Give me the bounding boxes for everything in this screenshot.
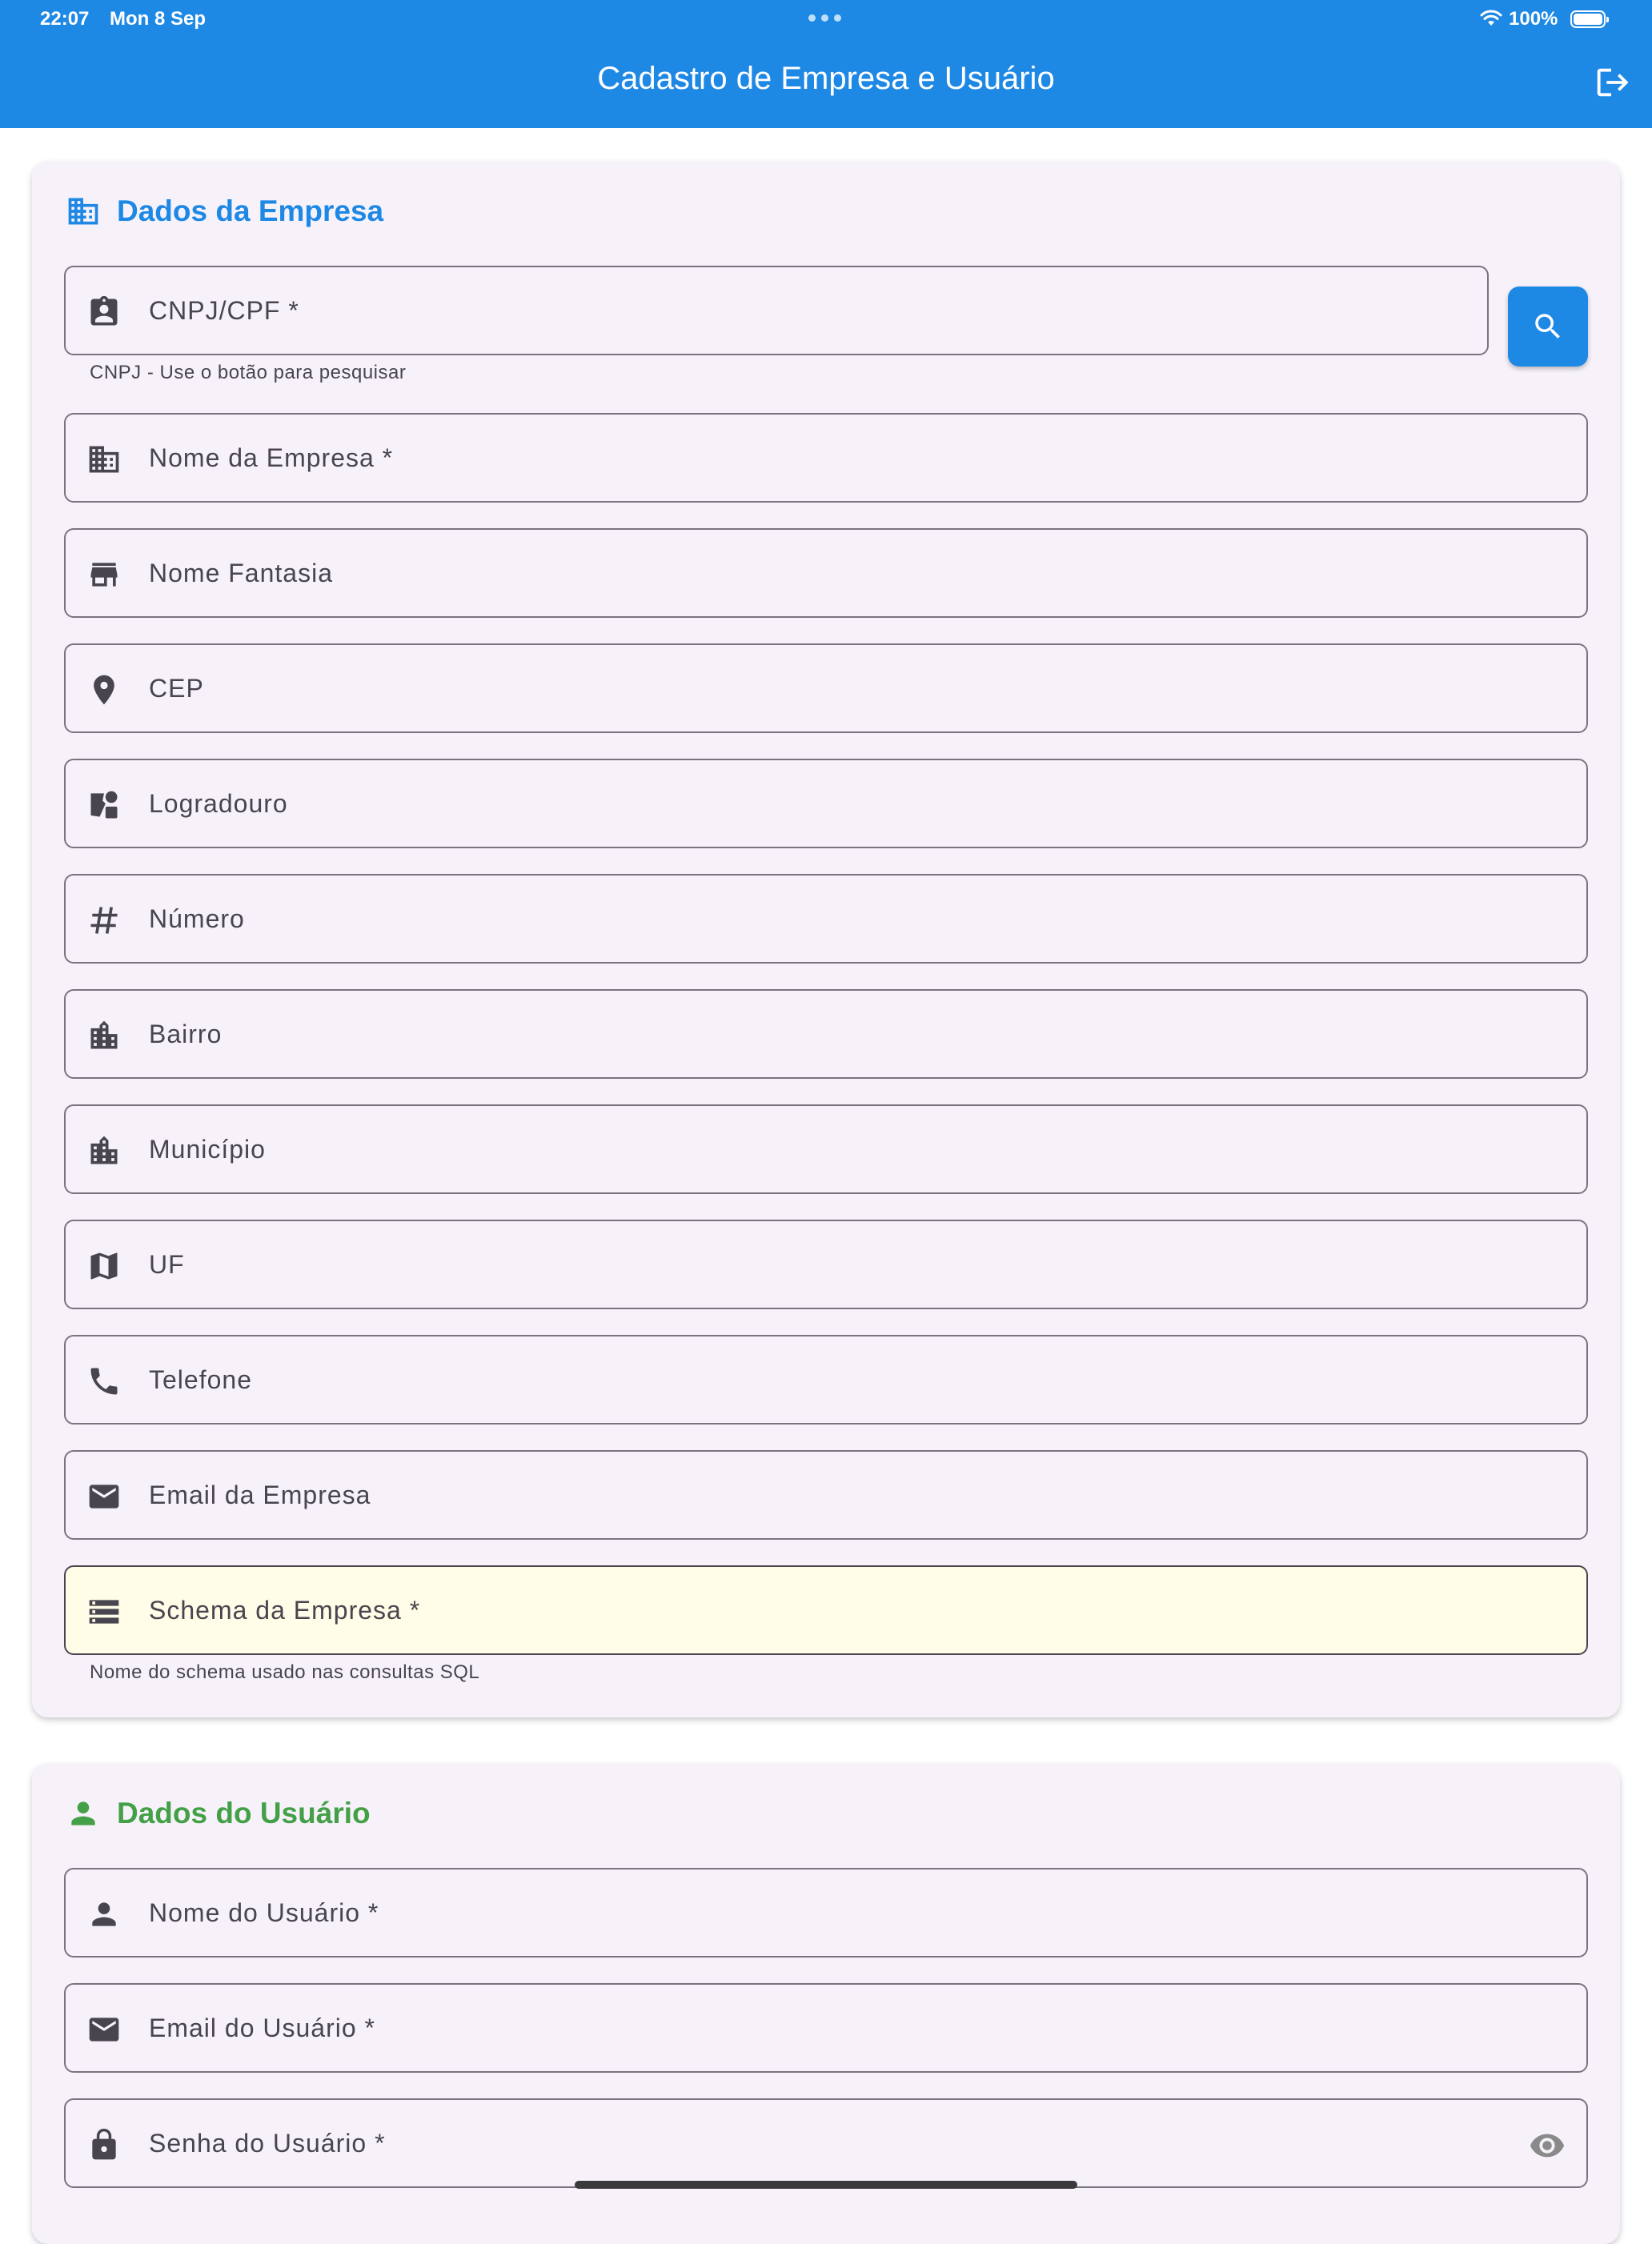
user-name-label: Nome do Usuário *: [149, 1898, 379, 1927]
phone-icon: [90, 1368, 118, 1395]
user-section-title: Dados do Usuário: [117, 1797, 371, 1829]
user-email-field[interactable]: Email do Usuário *: [64, 1983, 1588, 2073]
state-field[interactable]: UF: [64, 1220, 1588, 1309]
state-label: UF: [149, 1250, 185, 1279]
status-date: Mon 8 Sep: [110, 8, 206, 30]
lock-icon: [92, 2128, 116, 2160]
status-time: 22:07: [40, 8, 90, 30]
store-icon: [90, 563, 118, 587]
company-card: Dados da Empresa CNPJ/CPF * CNPJ - Use o…: [32, 162, 1620, 1717]
search-icon: [1535, 314, 1560, 339]
hashtag-icon: [90, 907, 118, 934]
person-icon: [92, 1902, 116, 1926]
company-email-label: Email da Empresa: [149, 1481, 371, 1509]
cep-field[interactable]: CEP: [64, 643, 1588, 733]
city-label: Município: [149, 1135, 266, 1164]
schema-field[interactable]: Schema da Empresa *: [64, 1565, 1588, 1655]
cnpj-cpf-label: CNPJ/CPF *: [149, 296, 299, 325]
home-indicator[interactable]: [575, 2181, 1077, 2189]
city-icon: [90, 1136, 118, 1164]
business-icon: [68, 198, 98, 225]
company-email-field[interactable]: Email da Empresa: [64, 1450, 1588, 1540]
app-bar: 22:07 Mon 8 Sep 100% Cadastro de Empresa…: [0, 0, 1652, 128]
visibility-icon[interactable]: [1529, 2127, 1566, 2164]
multitasking-dots-icon[interactable]: [808, 14, 841, 22]
status-bar: 22:07 Mon 8 Sep 100%: [0, 0, 1652, 38]
storage-icon: [89, 1600, 119, 1624]
map-icon: [90, 1252, 118, 1280]
city-icon: [90, 1020, 118, 1049]
user-password-field[interactable]: Senha do Usuário *: [64, 2098, 1588, 2188]
company-section-header: Dados da Empresa: [66, 194, 383, 229]
trade-name-label: Nome Fantasia: [149, 559, 333, 587]
battery-icon: [1570, 10, 1609, 28]
page-title: Cadastro de Empresa e Usuário: [597, 61, 1055, 96]
company-name-label: Nome da Empresa *: [149, 443, 394, 472]
street-label: Logradouro: [149, 789, 288, 818]
trade-name-field[interactable]: Nome Fantasia: [64, 528, 1588, 618]
user-section-header: Dados do Usuário: [66, 1796, 371, 1831]
battery-percentage: 100%: [1509, 8, 1558, 30]
wifi-icon: [1480, 10, 1502, 26]
user-card: Dados do Usuário Nome do Usuário * Email…: [32, 1764, 1620, 2244]
badge-icon: [90, 295, 118, 326]
location-pin-icon: [94, 675, 114, 705]
logout-icon[interactable]: [1593, 64, 1630, 101]
phone-field[interactable]: Telefone: [64, 1335, 1588, 1425]
email-icon: [89, 1485, 119, 1509]
cnpj-helper-text: CNPJ - Use o botão para pesquisar: [90, 362, 407, 383]
cep-label: CEP: [149, 674, 204, 703]
neighborhood-field[interactable]: Bairro: [64, 989, 1588, 1079]
search-cnpj-button[interactable]: [1508, 287, 1588, 367]
email-icon: [89, 2018, 119, 2042]
number-field[interactable]: Número: [64, 874, 1588, 964]
user-password-label: Senha do Usuário *: [149, 2129, 386, 2158]
company-name-field[interactable]: Nome da Empresa *: [64, 413, 1588, 503]
user-email-label: Email do Usuário *: [149, 2014, 375, 2042]
city-field[interactable]: Município: [64, 1104, 1588, 1194]
street-field[interactable]: Logradouro: [64, 759, 1588, 848]
person-icon: [71, 1801, 95, 1825]
number-label: Número: [149, 904, 245, 933]
schema-helper-text: Nome do schema usado nas consultas SQL: [90, 1661, 480, 1683]
business-icon: [89, 446, 119, 473]
neighborhood-label: Bairro: [149, 1020, 223, 1048]
schema-label: Schema da Empresa *: [149, 1596, 421, 1625]
company-section-title: Dados da Empresa: [117, 194, 384, 227]
phone-label: Telefone: [149, 1365, 252, 1394]
user-name-field[interactable]: Nome do Usuário *: [64, 1868, 1588, 1957]
cnpj-cpf-field[interactable]: CNPJ/CPF *: [64, 266, 1489, 355]
map-shapes-icon: [90, 791, 118, 819]
